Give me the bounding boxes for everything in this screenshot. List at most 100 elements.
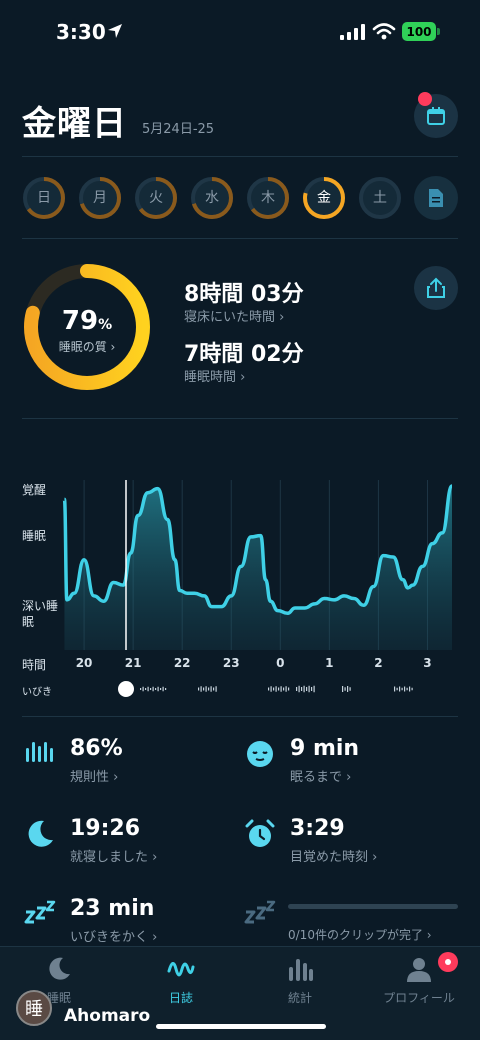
snore-mark bbox=[157, 686, 159, 692]
document-icon bbox=[429, 189, 443, 207]
day-4[interactable]: 木 bbox=[246, 176, 290, 220]
day-6[interactable]: 土 bbox=[358, 176, 402, 220]
snore-mark bbox=[203, 687, 205, 691]
snore-mark bbox=[285, 686, 287, 692]
day-5[interactable]: 金 bbox=[302, 176, 346, 220]
snore-mark bbox=[349, 687, 351, 691]
snore-mark bbox=[394, 686, 396, 692]
sleep-quality-label: 睡眠の質 › bbox=[58, 340, 116, 354]
snore-mark bbox=[275, 686, 277, 692]
day-label: 日 bbox=[37, 190, 51, 206]
snore-row-label: いびき bbox=[22, 687, 52, 698]
wave-icon bbox=[167, 962, 195, 977]
snore-mark bbox=[342, 686, 344, 692]
snore-mark bbox=[213, 687, 215, 691]
snore-mark bbox=[311, 687, 313, 691]
time-in-bed-value: 8時間 03分 bbox=[184, 282, 304, 307]
profile-badge bbox=[438, 952, 458, 972]
tab-label: 統計 bbox=[287, 991, 312, 1005]
metric-regularity[interactable]: 86% 規則性 › bbox=[24, 736, 244, 796]
wake-value: 3:29 bbox=[290, 816, 345, 841]
moon-icon bbox=[28, 820, 53, 847]
status-bar: 3:30 100 bbox=[0, 0, 480, 64]
snore-mark bbox=[210, 686, 212, 692]
sleep-area bbox=[64, 486, 453, 650]
day-label: 水 bbox=[205, 190, 219, 206]
tab-label: プロフィール bbox=[383, 991, 455, 1005]
cellular-signal-icon bbox=[340, 24, 365, 40]
x-tick-label: 22 bbox=[173, 656, 191, 670]
date-range: 5月24日-25 bbox=[142, 122, 215, 137]
tab-journal[interactable]: 日誌 bbox=[126, 955, 236, 1005]
snore-mark bbox=[142, 686, 144, 692]
fall-asleep-value: 9 min bbox=[290, 736, 360, 761]
snore-mark bbox=[409, 686, 411, 692]
day-label: 月 bbox=[93, 190, 107, 206]
time-in-bed-label[interactable]: 寝床にいた時間 › bbox=[184, 306, 284, 325]
x-tick-label: 0 bbox=[276, 656, 285, 670]
snore-mark bbox=[165, 688, 167, 690]
x-tick-label: 1 bbox=[325, 656, 334, 670]
tab-label: 日誌 bbox=[168, 991, 193, 1005]
metric-fall-asleep[interactable]: 9 min 眠るまで › bbox=[244, 736, 464, 796]
divider bbox=[22, 156, 458, 157]
battery-indicator: 100 bbox=[402, 22, 436, 41]
fall-asleep-label: 眠るまで › bbox=[290, 770, 352, 785]
snore-mark bbox=[147, 686, 149, 692]
alarm-clock-icon bbox=[245, 819, 275, 847]
snore-mark bbox=[411, 687, 413, 691]
sleep-metrics: 86% 規則性 › 9 min 眠るまで › 19:26 就寝しました › 3:… bbox=[0, 736, 480, 946]
clips-progress-label[interactable]: 0/10件のクリップが完了 › bbox=[288, 926, 432, 943]
page-title: 金曜日 bbox=[22, 104, 127, 144]
wake-label: 目覚めた時刻 › bbox=[290, 850, 378, 865]
share-button[interactable] bbox=[414, 266, 458, 310]
metric-wake-time[interactable]: 3:29 目覚めた時刻 › bbox=[244, 816, 464, 876]
snore-mark bbox=[273, 687, 275, 691]
tab-statistics[interactable]: 統計 bbox=[245, 955, 355, 1005]
snore-mark bbox=[298, 685, 300, 693]
snore-mark bbox=[155, 688, 157, 690]
regularity-value: 86% bbox=[70, 736, 123, 761]
snore-mark bbox=[308, 685, 310, 693]
status-time: 3:30 bbox=[56, 20, 106, 44]
sleep-time-label[interactable]: 睡眠時間 › bbox=[184, 366, 245, 385]
bedtime-value: 19:26 bbox=[70, 816, 141, 841]
snore-mark bbox=[152, 686, 154, 692]
metric-bedtime[interactable]: 19:26 就寝しました › bbox=[24, 816, 244, 876]
day-2[interactable]: 火 bbox=[134, 176, 178, 220]
day-label: 火 bbox=[149, 190, 163, 206]
x-tick-label: 20 bbox=[75, 656, 93, 670]
sleep-time-value: 7時間 02分 bbox=[184, 342, 304, 367]
snore-mark bbox=[198, 687, 200, 691]
day-label: 土 bbox=[373, 190, 387, 206]
bedtime-label: 就寝しました › bbox=[70, 850, 158, 865]
sleep-summary: 79% 睡眠の質 › 8時間 03分 寝床にいた時間 › 7時間 02分 睡眠時… bbox=[22, 262, 458, 402]
snore-mark bbox=[404, 686, 406, 692]
snore-mark bbox=[145, 688, 147, 690]
snore-mark bbox=[313, 685, 315, 693]
location-arrow-icon bbox=[108, 24, 122, 38]
sleep-cycle-chart[interactable]: 覚醒 睡眠 深い睡眠 時間 20 21 22 23 0 1 2 3 いびき bbox=[0, 470, 480, 700]
day-label: 金 bbox=[317, 190, 331, 206]
report-button[interactable] bbox=[414, 176, 458, 220]
user-name: Ahomaro bbox=[64, 1006, 151, 1026]
snore-clips-icon bbox=[244, 900, 276, 924]
snore-mark bbox=[278, 687, 280, 691]
day-0[interactable]: 日 bbox=[22, 176, 66, 220]
snore-mark bbox=[140, 688, 142, 690]
day-1[interactable]: 月 bbox=[78, 176, 122, 220]
x-tick-label: 21 bbox=[124, 656, 142, 670]
snore-mark bbox=[401, 687, 403, 691]
regularity-icon bbox=[26, 742, 53, 762]
home-indicator[interactable] bbox=[156, 1024, 326, 1029]
snore-mark bbox=[208, 687, 210, 691]
x-tick-label: 3 bbox=[423, 656, 432, 670]
sleep-quality-ring[interactable]: 79% 睡眠の質 › bbox=[22, 262, 152, 392]
divider bbox=[22, 238, 458, 239]
snore-zzz-icon bbox=[24, 900, 56, 924]
snore-mark bbox=[280, 686, 282, 692]
divider bbox=[22, 716, 458, 717]
snore-playhead[interactable] bbox=[118, 681, 134, 697]
day-3[interactable]: 水 bbox=[190, 176, 234, 220]
person-icon bbox=[407, 958, 431, 982]
